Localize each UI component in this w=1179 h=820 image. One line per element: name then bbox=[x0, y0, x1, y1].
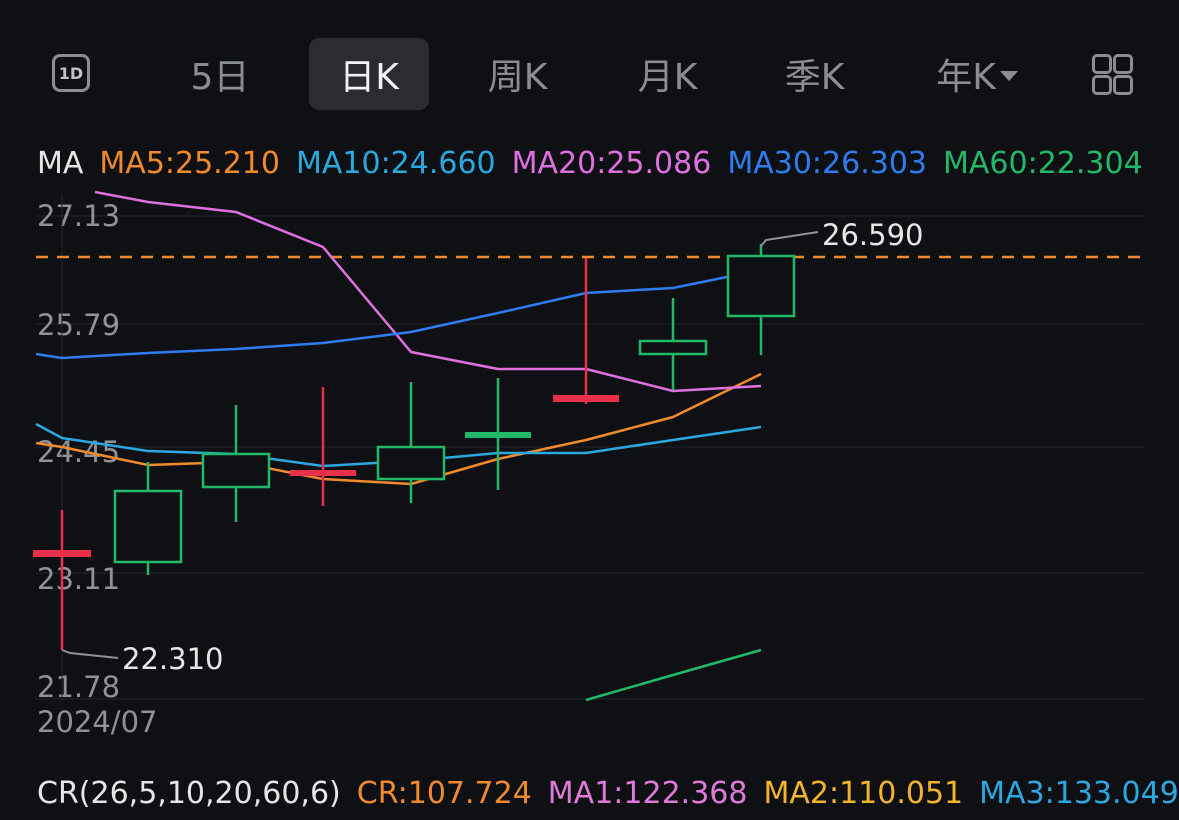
tab-5day[interactable]: 5日 bbox=[170, 38, 270, 110]
y-tick-label: 25.79 bbox=[37, 308, 120, 342]
series-line-ma60 bbox=[585, 648, 762, 702]
high-label: 26.590 bbox=[822, 218, 923, 252]
series-line-ma10 bbox=[35, 422, 762, 468]
high-leader-line bbox=[760, 231, 819, 247]
cr-ma3-value: MA3:133.049 bbox=[979, 776, 1179, 811]
series-line-ma5 bbox=[35, 372, 762, 486]
ma-label: MA bbox=[37, 145, 84, 181]
tab-quarterly-k[interactable]: 季K bbox=[762, 38, 867, 110]
grid-cell bbox=[1092, 75, 1112, 95]
grid-cell bbox=[1113, 75, 1133, 95]
tab-daily-k[interactable]: 日K bbox=[309, 38, 429, 110]
candle-body bbox=[553, 395, 619, 402]
cr-value: CR:107.724 bbox=[356, 776, 532, 811]
grid-cell bbox=[1113, 54, 1133, 74]
candle-body bbox=[376, 445, 446, 481]
period-tabs: 1D 5日 日K 周K 月K 季K 年K bbox=[0, 0, 1179, 150]
cr-legend: CR(26,5,10,20,60,6) CR:107.724 MA1:122.3… bbox=[37, 776, 1179, 820]
y-tick-label: 24.45 bbox=[37, 435, 120, 469]
y-tick-label: 23.11 bbox=[37, 562, 120, 596]
candle-body bbox=[638, 339, 708, 356]
candle-body bbox=[726, 254, 796, 318]
grid-cell bbox=[1092, 54, 1112, 74]
cr-ma1-value: MA1:122.368 bbox=[547, 776, 748, 811]
series-line-ma20 bbox=[94, 190, 762, 393]
caret-down-icon bbox=[999, 71, 1018, 81]
y-tick-label: 27.13 bbox=[37, 199, 120, 233]
ma60-value: MA60:22.304 bbox=[943, 145, 1143, 181]
grid-icon[interactable] bbox=[1092, 54, 1134, 96]
tab-yearly-k[interactable]: 年K bbox=[912, 38, 1042, 110]
1d-icon[interactable]: 1D bbox=[52, 54, 90, 92]
candle-body bbox=[33, 550, 91, 557]
cr-label: CR(26,5,10,20,60,6) bbox=[37, 776, 341, 811]
candle-body bbox=[113, 489, 183, 564]
low-label: 22.310 bbox=[122, 642, 223, 676]
candle-body bbox=[465, 432, 531, 438]
candle-body bbox=[290, 470, 356, 476]
tab-monthly-k[interactable]: 月K bbox=[615, 38, 720, 110]
ma-legend: MA MA5:25.210 MA10:24.660 MA20:25.086 MA… bbox=[37, 140, 1159, 186]
cr-ma2-value: MA2:110.051 bbox=[763, 776, 964, 811]
candle-body bbox=[201, 452, 271, 489]
series-line-ma30 bbox=[35, 268, 762, 360]
tab-weekly-k[interactable]: 周K bbox=[465, 38, 570, 110]
ma5-value: MA5:25.210 bbox=[99, 145, 280, 181]
ma20-value: MA20:25.086 bbox=[511, 145, 712, 181]
y-tick-label: 21.78 bbox=[37, 670, 120, 704]
low-leader-line bbox=[61, 649, 119, 659]
x-axis-label: 2024/07 bbox=[37, 705, 157, 739]
ma10-value: MA10:24.660 bbox=[295, 145, 496, 181]
ma30-value: MA30:26.303 bbox=[727, 145, 927, 181]
